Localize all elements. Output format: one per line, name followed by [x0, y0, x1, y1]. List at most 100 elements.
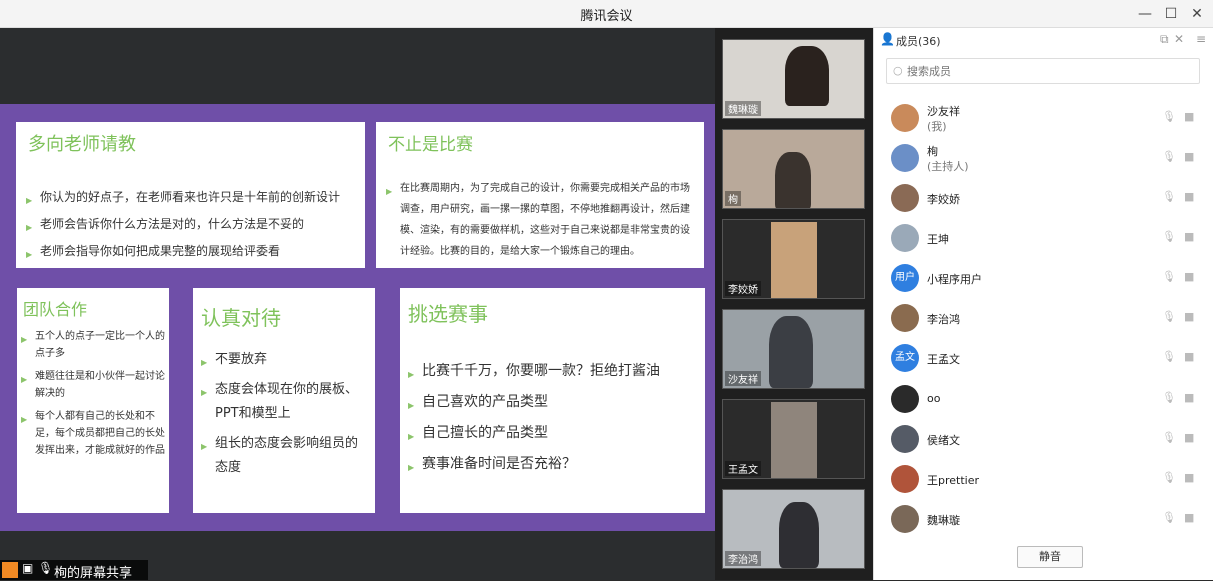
avatar — [891, 104, 919, 132]
card-teamwork: 团队合作 五个人的点子一定比一个人的点子多 难题往往是和小伙伴一起讨论解决的 每… — [17, 288, 169, 513]
mic-icon[interactable]: 🎙 — [1162, 270, 1176, 283]
member-search[interactable]: ○ — [886, 58, 1200, 84]
avatar: 用户 — [891, 264, 919, 292]
video-tile[interactable]: 魏琳璇 — [722, 39, 865, 119]
video-tile[interactable]: 栒 — [722, 129, 865, 209]
card-title: 不止是比赛 — [388, 135, 473, 155]
camera-icon[interactable]: ■ — [1184, 190, 1194, 203]
list-item: 老师会指导你如何把成果完整的展现给评委看 — [26, 238, 359, 268]
list-item: 态度会体现在你的展板、PPT和模型上 — [201, 378, 369, 426]
member-row[interactable]: 李姣娇 🎙 ■ — [874, 178, 1213, 218]
list-item: 自己擅长的产品类型 — [408, 418, 699, 452]
mic-icon[interactable]: 🎙 — [1162, 230, 1176, 243]
member-row[interactable]: 孟文 王孟文 🎙 ■ — [874, 338, 1213, 378]
avatar — [891, 224, 919, 252]
card-choose-event: 挑选赛事 比赛千千万，你要哪一款？拒绝打酱油 自己喜欢的产品类型 自己擅长的产品… — [400, 288, 705, 513]
video-tile[interactable]: 王孟文 — [722, 399, 865, 479]
mic-icon[interactable]: 🎙 — [1162, 431, 1176, 444]
list-item: 五个人的点子一定比一个人的点子多 — [21, 328, 165, 362]
member-row[interactable]: 王坤 🎙 ■ — [874, 218, 1213, 258]
list-item: 比赛千千万，你要哪一款？拒绝打酱油 — [408, 356, 699, 390]
camera-icon[interactable]: ■ — [1184, 150, 1194, 163]
member-name: 王孟文 — [927, 353, 960, 366]
avatar — [891, 465, 919, 493]
card-title: 认真对待 — [201, 306, 281, 330]
card-list: 比赛千千万，你要哪一款？拒绝打酱油 自己喜欢的产品类型 自己擅长的产品类型 赛事… — [408, 356, 699, 483]
card-title: 多向老师请教 — [28, 134, 136, 155]
member-name: 王prettier — [927, 474, 980, 487]
list-item: 在比赛周期内，为了完成自己的设计，你需要完成相关产品的市场调查，用户研究，画一摞… — [386, 178, 698, 262]
search-icon: ○ — [893, 64, 903, 77]
card-title: 团队合作 — [23, 300, 88, 319]
mic-icon[interactable]: 🎙 — [1162, 350, 1176, 363]
member-name: 栒 — [927, 145, 938, 158]
camera-icon[interactable]: ■ — [1184, 431, 1194, 444]
card-list: 你认为的好点子，在老师看来也许只是十年前的创新设计 老师会告诉你什么方法是对的，… — [26, 184, 359, 268]
shared-screen: 多向老师请教 你认为的好点子，在老师看来也许只是十年前的创新设计 老师会告诉你什… — [0, 28, 715, 581]
participant-name: 李姣娇 — [725, 281, 761, 296]
user-icon — [2, 562, 18, 578]
popout-icon[interactable]: ⧉ — [1160, 32, 1169, 47]
maximize-button[interactable]: ☐ — [1159, 3, 1183, 25]
member-name: 李治鸿 — [927, 313, 960, 326]
mute-all-button[interactable]: 静音 — [1017, 546, 1083, 568]
share-label: 栒的屏幕共享 — [54, 566, 133, 581]
camera-icon[interactable]: ■ — [1184, 310, 1194, 323]
member-row[interactable]: oo 🎙 ■ — [874, 379, 1213, 419]
mic-icon[interactable]: 🎙 — [1162, 310, 1176, 323]
member-row[interactable]: 侯绪文 🎙 ■ — [874, 419, 1213, 459]
member-row[interactable]: 用户 小程序用户 🎙 ■ — [874, 258, 1213, 298]
search-input[interactable] — [905, 61, 1185, 81]
member-name: 魏琳璇 — [927, 514, 960, 527]
list-item: 每个人都有自己的长处和不足，每个成员都把自己的长处发挥出来，才能成就好的作品 — [21, 408, 165, 459]
member-name: 侯绪文 — [927, 434, 960, 447]
card-list: 不要放弃 态度会体现在你的展板、PPT和模型上 组长的态度会影响组员的态度 — [201, 348, 369, 480]
member-name: 李姣娇 — [927, 193, 960, 206]
card-serious: 认真对待 不要放弃 态度会体现在你的展板、PPT和模型上 组长的态度会影响组员的… — [193, 288, 375, 513]
mic-icon[interactable]: 🎙 — [1162, 150, 1176, 163]
avatar — [891, 304, 919, 332]
camera-icon[interactable]: ■ — [1184, 391, 1194, 404]
camera-icon[interactable]: ■ — [1184, 230, 1194, 243]
mic-icon[interactable]: 🎙 — [1162, 391, 1176, 404]
member-row[interactable]: 沙友祥 (我) 🎙 ■ — [874, 98, 1213, 138]
avatar — [891, 505, 919, 533]
avatar — [891, 425, 919, 453]
mic-icon[interactable]: 🎙 — [1162, 110, 1176, 123]
camera-icon[interactable]: ■ — [1184, 350, 1194, 363]
mic-icon: 🎙 — [38, 561, 54, 575]
member-row[interactable]: 栒 (主持人) 🎙 ■ — [874, 138, 1213, 178]
minimize-button[interactable]: — — [1133, 3, 1157, 25]
screen-share-status[interactable]: ▣ 🎙 栒的屏幕共享 — [0, 560, 148, 581]
avatar — [891, 144, 919, 172]
video-tile[interactable]: 李治鸿 — [722, 489, 865, 569]
member-name: oo — [927, 392, 941, 405]
avatar — [891, 385, 919, 413]
camera-icon[interactable]: ■ — [1184, 471, 1194, 484]
participant-name: 沙友祥 — [725, 371, 761, 386]
members-panel: 👤 成员(36) ⧉ ✕ ≡ ○ 沙友祥(我)🎙■栒(主持人)🎙■李姣娇🎙■王坤… — [873, 28, 1213, 580]
close-button[interactable]: ✕ — [1185, 3, 1209, 25]
member-row[interactable]: 魏琳璇 🎙 ■ — [874, 499, 1213, 539]
video-tile[interactable]: 沙友祥 — [722, 309, 865, 389]
camera-icon[interactable]: ■ — [1184, 270, 1194, 283]
mic-icon[interactable]: 🎙 — [1162, 190, 1176, 203]
card-teacher: 多向老师请教 你认为的好点子，在老师看来也许只是十年前的创新设计 老师会告诉你什… — [16, 122, 365, 268]
screen-icon: ▣ — [22, 561, 34, 575]
mic-icon[interactable]: 🎙 — [1162, 471, 1176, 484]
video-tile[interactable]: 李姣娇 — [722, 219, 865, 299]
presentation-slide: 多向老师请教 你认为的好点子，在老师看来也许只是十年前的创新设计 老师会告诉你什… — [0, 104, 715, 531]
card-list: 五个人的点子一定比一个人的点子多 难题往往是和小伙伴一起讨论解决的 每个人都有自… — [21, 328, 165, 459]
menu-icon[interactable]: ≡ — [1196, 32, 1206, 46]
member-role: (我) — [927, 120, 947, 133]
member-row[interactable]: 李治鸿 🎙 ■ — [874, 298, 1213, 338]
list-item: 老师会告诉你什么方法是对的，什么方法是不妥的 — [26, 211, 359, 241]
camera-icon[interactable]: ■ — [1184, 511, 1194, 524]
camera-icon[interactable]: ■ — [1184, 110, 1194, 123]
member-name: 沙友祥 — [927, 105, 960, 118]
mic-icon[interactable]: 🎙 — [1162, 511, 1176, 524]
close-icon[interactable]: ✕ — [1174, 32, 1184, 46]
member-row[interactable]: 王prettier 🎙 ■ — [874, 459, 1213, 499]
card-title: 挑选赛事 — [408, 302, 488, 326]
avatar — [891, 184, 919, 212]
